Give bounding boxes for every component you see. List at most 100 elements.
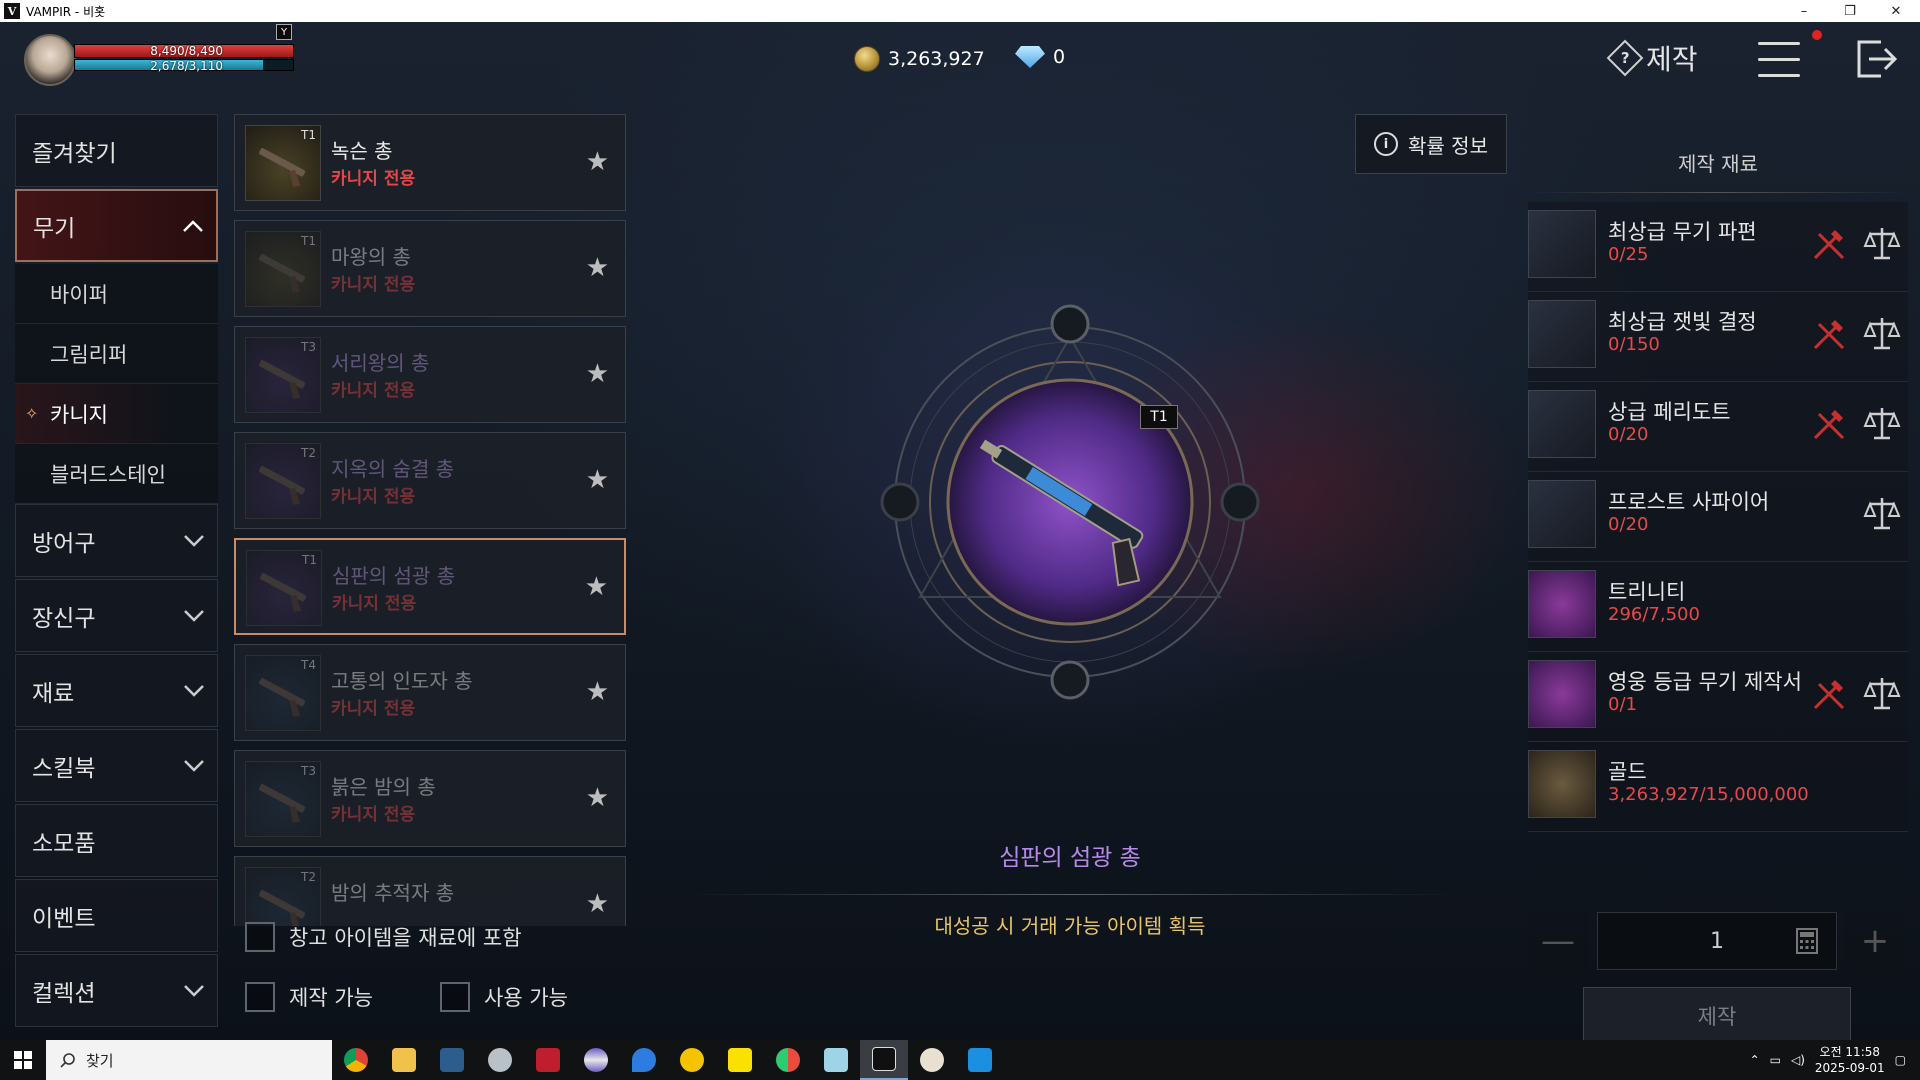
- volume-icon[interactable]: ◁): [1791, 1053, 1805, 1067]
- subcategory-grimreaper[interactable]: 그림리퍼: [15, 324, 218, 384]
- gun-icon: [259, 360, 306, 399]
- chevron-down-icon: [184, 759, 204, 772]
- photos-icon[interactable]: [956, 1040, 1004, 1080]
- minimize-button[interactable]: –: [1782, 0, 1826, 22]
- material-quantity: 3,263,927/15,000,000: [1608, 784, 1809, 805]
- gun-icon: [259, 254, 306, 293]
- close-window-button[interactable]: ✕: [1874, 0, 1918, 22]
- chrome-profile-icon[interactable]: [764, 1040, 812, 1080]
- favorite-star-icon[interactable]: ★: [586, 783, 609, 813]
- gun-icon: [259, 148, 306, 187]
- app-icon-yellow[interactable]: [668, 1040, 716, 1080]
- material-row[interactable]: 영웅 등급 무기 제작서 0/1: [1528, 652, 1908, 742]
- item-thumbnail: T1: [245, 125, 321, 201]
- material-row[interactable]: 프로스트 사파이어 0/20: [1528, 472, 1908, 562]
- craft-tool-icon[interactable]: [1811, 676, 1847, 712]
- app-icon-blue[interactable]: [428, 1040, 476, 1080]
- favorite-star-icon[interactable]: ★: [586, 465, 609, 495]
- material-row[interactable]: 골드 3,263,927/15,000,000: [1528, 742, 1908, 832]
- filezilla-icon[interactable]: [524, 1040, 572, 1080]
- craft-item[interactable]: T3 서리왕의 총 카니지 전용 ★: [234, 326, 626, 423]
- exchange-scale-icon[interactable]: [1862, 404, 1902, 444]
- craftable-checkbox[interactable]: [245, 982, 275, 1012]
- app-icon-game[interactable]: [476, 1040, 524, 1080]
- notes-icon[interactable]: [812, 1040, 860, 1080]
- clock[interactable]: 오전 11:58 2025-09-01: [1815, 1044, 1885, 1076]
- craft-button[interactable]: 제작: [1583, 987, 1851, 1040]
- quantity-minus-button[interactable]: —: [1528, 912, 1588, 970]
- maps-icon[interactable]: [620, 1040, 668, 1080]
- subcategory-carnage[interactable]: ✧ 카니지: [15, 384, 218, 444]
- exchange-scale-icon[interactable]: [1862, 674, 1902, 714]
- category-armor[interactable]: 방어구: [15, 504, 218, 577]
- help-icon[interactable]: ?: [1606, 39, 1644, 77]
- favorite-star-icon[interactable]: ★: [586, 889, 609, 919]
- probability-info-button[interactable]: i 확률 정보: [1355, 114, 1507, 174]
- category-consumable[interactable]: 소모품: [15, 804, 218, 877]
- material-row[interactable]: 최상급 잿빛 결정 0/150: [1528, 292, 1908, 382]
- hamburger-menu-icon[interactable]: [1758, 42, 1800, 78]
- category-event[interactable]: 이벤트: [15, 879, 218, 952]
- network-icon[interactable]: ▭: [1770, 1053, 1781, 1067]
- file-explorer-icon[interactable]: [380, 1040, 428, 1080]
- subcategory-bloodstain[interactable]: 블러드스테인: [15, 444, 218, 504]
- magic-circle: [880, 304, 1260, 700]
- material-row[interactable]: 트리니티 296/7,500: [1528, 562, 1908, 652]
- vampir-taskbar-icon[interactable]: [860, 1040, 908, 1080]
- avatar[interactable]: [24, 34, 76, 86]
- help-glyph: ?: [1620, 48, 1630, 67]
- peridot-icon: [1528, 390, 1596, 458]
- category-favorites[interactable]: 즐겨찾기: [15, 114, 218, 187]
- filter-include-storage[interactable]: 창고 아이템을 재료에 포함: [245, 922, 522, 952]
- craft-item[interactable]: T1 녹슨 총 카니지 전용 ★: [234, 114, 626, 211]
- chrome-icon[interactable]: [332, 1040, 380, 1080]
- clock-date: 2025-09-01: [1814, 1061, 1885, 1075]
- quantity-plus-button[interactable]: +: [1845, 912, 1905, 970]
- include-storage-checkbox[interactable]: [245, 922, 275, 952]
- craft-item[interactable]: T2 지옥의 숨결 총 카니지 전용 ★: [234, 432, 626, 529]
- craft-item[interactable]: T2 밤의 추적자 총 ★: [234, 856, 626, 926]
- craft-item-list[interactable]: T1 녹슨 총 카니지 전용 ★ T1 마왕의 총 카니지 전용 ★ T3 서리왕의 총 카니지 전…: [234, 114, 626, 926]
- category-material[interactable]: 재료: [15, 654, 218, 727]
- paint-icon[interactable]: [908, 1040, 956, 1080]
- restore-button[interactable]: ❐: [1828, 0, 1872, 22]
- item-name: 고통의 인도자 총: [331, 669, 473, 693]
- app-icon-stripe[interactable]: [572, 1040, 620, 1080]
- filter-craftable[interactable]: 제작 가능: [245, 982, 373, 1012]
- craft-tool-icon[interactable]: [1811, 226, 1847, 262]
- exchange-scale-icon[interactable]: [1862, 224, 1902, 264]
- windows-start-icon[interactable]: [0, 1040, 46, 1080]
- filter-usable[interactable]: 사용 가능: [440, 982, 568, 1012]
- calculator-icon[interactable]: [1796, 928, 1818, 954]
- category-collection[interactable]: 컬렉션: [15, 954, 218, 1027]
- kakaotalk-icon[interactable]: [716, 1040, 764, 1080]
- favorite-star-icon[interactable]: ★: [586, 147, 609, 177]
- filter-label: 창고 아이템을 재료에 포함: [289, 926, 522, 950]
- blade-shard-icon: [1528, 210, 1596, 278]
- exit-icon[interactable]: [1855, 38, 1899, 80]
- exchange-scale-icon[interactable]: [1862, 494, 1902, 534]
- craft-item[interactable]: T1 마왕의 총 카니지 전용 ★: [234, 220, 626, 317]
- favorite-star-icon[interactable]: ★: [586, 253, 609, 283]
- favorite-star-icon[interactable]: ★: [586, 677, 609, 707]
- craft-tool-icon[interactable]: [1811, 406, 1847, 442]
- category-accessory[interactable]: 장신구: [15, 579, 218, 652]
- craft-item[interactable]: T4 고통의 인도자 총 카니지 전용 ★: [234, 644, 626, 741]
- favorite-star-icon[interactable]: ★: [586, 359, 609, 389]
- notification-center-icon[interactable]: ▢: [1895, 1053, 1906, 1067]
- craft-item[interactable]: T1 심판의 섬광 총 카니지 전용 ★: [234, 538, 626, 635]
- category-weapon[interactable]: 무기: [15, 189, 218, 262]
- craft-item[interactable]: T3 붉은 밤의 총 카니지 전용 ★: [234, 750, 626, 847]
- item-thumbnail: T3: [245, 337, 321, 413]
- subcategory-viper[interactable]: 바이퍼: [15, 264, 218, 324]
- taskbar-search[interactable]: 찾기: [46, 1040, 332, 1080]
- material-row[interactable]: 최상급 무기 파편 0/25: [1528, 202, 1908, 292]
- tray-chevron-icon[interactable]: ⌃: [1750, 1053, 1760, 1067]
- exchange-scale-icon[interactable]: [1862, 314, 1902, 354]
- category-skillbook[interactable]: 스킬북: [15, 729, 218, 802]
- favorite-star-icon[interactable]: ★: [585, 572, 608, 602]
- material-row[interactable]: 상급 페리도트 0/20: [1528, 382, 1908, 472]
- gun-icon: [259, 890, 306, 926]
- craft-tool-icon[interactable]: [1811, 316, 1847, 352]
- usable-checkbox[interactable]: [440, 982, 470, 1012]
